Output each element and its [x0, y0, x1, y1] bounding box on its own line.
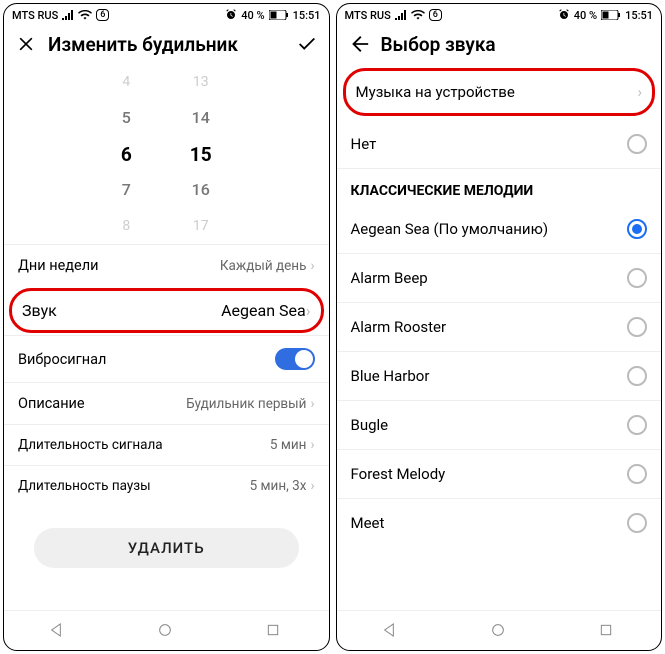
row-label: Дни недели: [18, 257, 98, 274]
nav-home-icon[interactable]: [490, 622, 508, 640]
row-value: Каждый день: [220, 258, 307, 274]
nav-back-icon[interactable]: [382, 622, 400, 640]
radio-unselected[interactable]: [627, 268, 647, 288]
option-label: Bugle: [351, 416, 389, 434]
option-label: Meet: [351, 514, 385, 532]
option-meet[interactable]: Meet: [337, 499, 662, 547]
page-title: Изменить будильник: [48, 33, 285, 56]
notif-badge: 6: [429, 9, 442, 21]
close-icon[interactable]: [14, 32, 38, 56]
alarm-icon: [225, 9, 237, 21]
nav-home-icon[interactable]: [157, 622, 175, 640]
row-label: Описание: [18, 395, 85, 412]
battery-percent: 40 %: [574, 9, 597, 22]
toggle-on[interactable]: [275, 348, 315, 370]
confirm-icon[interactable]: [295, 32, 319, 56]
status-bar: MTS RUS 6 40 % 15:51: [4, 4, 329, 26]
row-value: 5 мин: [270, 437, 307, 453]
signal-icon: [395, 10, 407, 20]
option-label: Alarm Beep: [351, 269, 428, 287]
wifi-icon: [78, 10, 92, 20]
row-vibration[interactable]: Вибросигнал: [4, 335, 329, 382]
row-label: Длительность паузы: [18, 478, 151, 494]
option-blue-harbor[interactable]: Blue Harbor: [337, 352, 662, 401]
notif-badge: 6: [96, 9, 109, 21]
row-signal-duration[interactable]: Длительность сигнала 5 мин›: [4, 424, 329, 465]
chevron-right-icon: ›: [310, 478, 314, 494]
battery-icon: [601, 10, 621, 20]
carrier-label: MTS RUS: [345, 9, 391, 22]
header: Изменить будильник: [4, 26, 329, 64]
signal-icon: [62, 10, 74, 20]
minute-column[interactable]: 13 14 15 16 17: [190, 64, 212, 244]
radio-unselected[interactable]: [627, 366, 647, 386]
battery-percent: 40 %: [241, 9, 264, 22]
row-pause-duration[interactable]: Длительность паузы 5 мин, 3x›: [4, 465, 329, 506]
status-bar: MTS RUS 6 40 % 15:51: [337, 4, 662, 26]
option-label: Aegean Sea (По умолчанию): [351, 220, 549, 238]
option-label: Alarm Rooster: [351, 318, 447, 336]
radio-selected[interactable]: [627, 219, 647, 239]
carrier-label: MTS RUS: [12, 9, 58, 22]
option-bugle[interactable]: Bugle: [337, 401, 662, 450]
chevron-right-icon: ›: [310, 258, 314, 274]
alarm-icon: [558, 9, 570, 21]
header: Выбор звука: [337, 26, 662, 64]
battery-icon: [269, 10, 289, 20]
chevron-right-icon: ›: [306, 301, 311, 320]
row-label: Длительность сигнала: [18, 437, 163, 453]
phone-left: MTS RUS 6 40 % 15:51 Изменить будильник: [3, 3, 330, 651]
nav-recent-icon[interactable]: [598, 622, 616, 640]
chevron-right-icon: ›: [637, 83, 642, 101]
row-label: Музыка на устройстве: [356, 83, 515, 101]
option-label: Forest Melody: [351, 465, 446, 483]
delete-button[interactable]: УДАЛИТЬ: [34, 528, 299, 568]
row-value: 5 мин, 3x: [250, 478, 307, 494]
row-value: Aegean Sea: [221, 301, 306, 320]
back-icon[interactable]: [347, 32, 371, 56]
phone-right: MTS RUS 6 40 % 15:51 Выбор звука Муз: [336, 3, 663, 651]
time-picker[interactable]: 4 5 6 7 8 13 14 15 16 17: [4, 64, 329, 244]
nav-back-icon[interactable]: [49, 622, 67, 640]
chevron-right-icon: ›: [310, 396, 314, 412]
radio-unselected[interactable]: [627, 464, 647, 484]
option-alarm-rooster[interactable]: Alarm Rooster: [337, 303, 662, 352]
radio-unselected[interactable]: [627, 134, 647, 154]
clock-label: 15:51: [625, 9, 653, 22]
row-device-music[interactable]: Музыка на устройстве ›: [343, 68, 656, 116]
row-label: Звук: [22, 301, 57, 320]
row-description[interactable]: Описание Будильник первый›: [4, 382, 329, 424]
row-days[interactable]: Дни недели Каждый день›: [4, 244, 329, 286]
radio-unselected[interactable]: [627, 415, 647, 435]
chevron-right-icon: ›: [310, 437, 314, 453]
radio-unselected[interactable]: [627, 513, 647, 533]
row-none[interactable]: Нет: [337, 120, 662, 169]
option-alarm-beep[interactable]: Alarm Beep: [337, 254, 662, 303]
settings-list: Дни недели Каждый день› Звук Aegean Sea›…: [4, 244, 329, 506]
option-label: Blue Harbor: [351, 367, 430, 385]
clock-label: 15:51: [293, 9, 321, 22]
nav-bar: [4, 610, 329, 650]
option-aegean-sea[interactable]: Aegean Sea (По умолчанию): [337, 205, 662, 254]
hour-column[interactable]: 4 5 6 7 8: [121, 64, 132, 244]
option-label: Нет: [351, 135, 377, 153]
nav-recent-icon[interactable]: [265, 622, 283, 640]
section-header: КЛАССИЧЕСКИЕ МЕЛОДИИ: [337, 169, 662, 205]
wifi-icon: [411, 10, 425, 20]
row-value: Будильник первый: [186, 396, 306, 412]
option-forest-melody[interactable]: Forest Melody: [337, 450, 662, 499]
nav-bar: [337, 610, 662, 650]
page-title: Выбор звука: [381, 33, 652, 56]
radio-unselected[interactable]: [627, 317, 647, 337]
row-label: Вибросигнал: [18, 351, 106, 368]
row-sound[interactable]: Звук Aegean Sea›: [9, 288, 324, 333]
